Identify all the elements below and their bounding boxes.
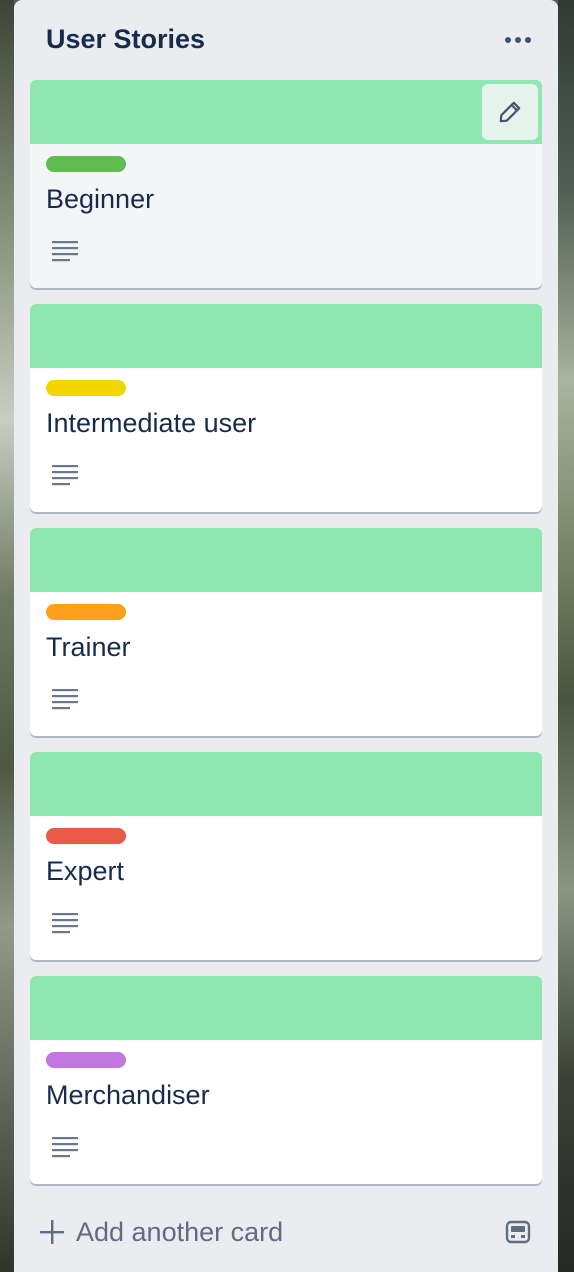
- description-icon: [52, 465, 78, 486]
- card-title: Intermediate user: [46, 408, 257, 438]
- card-intermediate-user[interactable]: Intermediate user: [30, 304, 542, 512]
- card-trainer[interactable]: Trainer: [30, 528, 542, 736]
- description-icon: [52, 689, 78, 710]
- board-background-left: [0, 0, 14, 1272]
- list-footer: Add another card: [14, 1192, 558, 1272]
- card-template-icon: [505, 1220, 531, 1244]
- board-background-right: [558, 0, 574, 1272]
- card-title: Expert: [46, 856, 125, 886]
- list-user-stories: User Stories Beginner Intermediate user: [14, 0, 558, 1272]
- list-header: User Stories: [14, 0, 558, 80]
- plus-icon: [40, 1220, 64, 1244]
- card-title: Trainer: [46, 632, 131, 662]
- card-label[interactable]: [46, 1052, 126, 1068]
- card-merchandiser[interactable]: Merchandiser: [30, 976, 542, 1184]
- add-another-card-button[interactable]: Add another card: [38, 1208, 283, 1256]
- card-cover: [30, 80, 542, 144]
- card-title: Merchandiser: [46, 1080, 210, 1110]
- more-horizontal-icon[interactable]: [498, 24, 538, 56]
- card-cover: [30, 976, 542, 1040]
- description-icon: [52, 241, 78, 262]
- card-cover: [30, 528, 542, 592]
- pencil-icon: [499, 101, 521, 123]
- card-title: Beginner: [46, 184, 155, 214]
- description-icon: [52, 1137, 78, 1158]
- card-expert[interactable]: Expert: [30, 752, 542, 960]
- card-label[interactable]: [46, 380, 126, 396]
- card-cover: [30, 752, 542, 816]
- list-title[interactable]: User Stories: [46, 24, 205, 55]
- add-card-label: Add another card: [76, 1216, 284, 1247]
- card-label[interactable]: [46, 828, 126, 844]
- card-cover: [30, 304, 542, 368]
- edit-card-button[interactable]: [482, 84, 538, 140]
- card-beginner[interactable]: Beginner: [30, 80, 542, 288]
- create-from-template-button[interactable]: [498, 1214, 538, 1250]
- card-label[interactable]: [46, 156, 126, 172]
- card-label[interactable]: [46, 604, 126, 620]
- description-icon: [52, 913, 78, 934]
